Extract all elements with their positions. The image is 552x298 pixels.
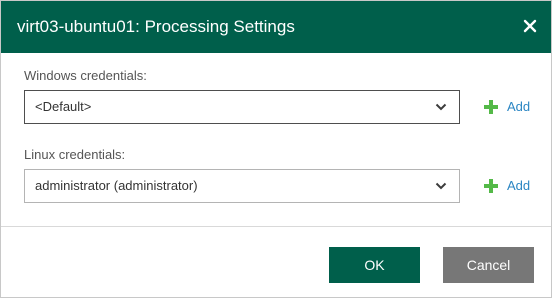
plus-icon xyxy=(484,179,498,193)
dialog-title: virt03-ubuntu01: Processing Settings xyxy=(17,17,295,36)
linux-credentials-value: administrator (administrator) xyxy=(35,178,198,193)
chevron-down-icon xyxy=(435,102,447,112)
chevron-down-icon xyxy=(435,181,447,191)
processing-settings-dialog: virt03-ubuntu01: Processing Settings Win… xyxy=(0,0,552,298)
add-label: Add xyxy=(507,178,531,193)
dialog-titlebar: virt03-ubuntu01: Processing Settings xyxy=(1,1,551,53)
windows-credentials-label: Windows credentials: xyxy=(24,68,147,83)
linux-credentials-select[interactable]: administrator (administrator) xyxy=(24,169,460,203)
add-label: Add xyxy=(507,99,531,114)
linux-credentials-label: Linux credentials: xyxy=(24,147,126,162)
windows-credentials-value: <Default> xyxy=(35,99,92,114)
footer-divider xyxy=(1,226,551,227)
close-button[interactable] xyxy=(517,13,543,39)
windows-credentials-select[interactable]: <Default> xyxy=(24,90,460,124)
close-icon xyxy=(523,19,537,33)
plus-icon xyxy=(484,100,498,114)
ok-button[interactable]: OK xyxy=(329,247,420,283)
cancel-button[interactable]: Cancel xyxy=(443,247,534,283)
